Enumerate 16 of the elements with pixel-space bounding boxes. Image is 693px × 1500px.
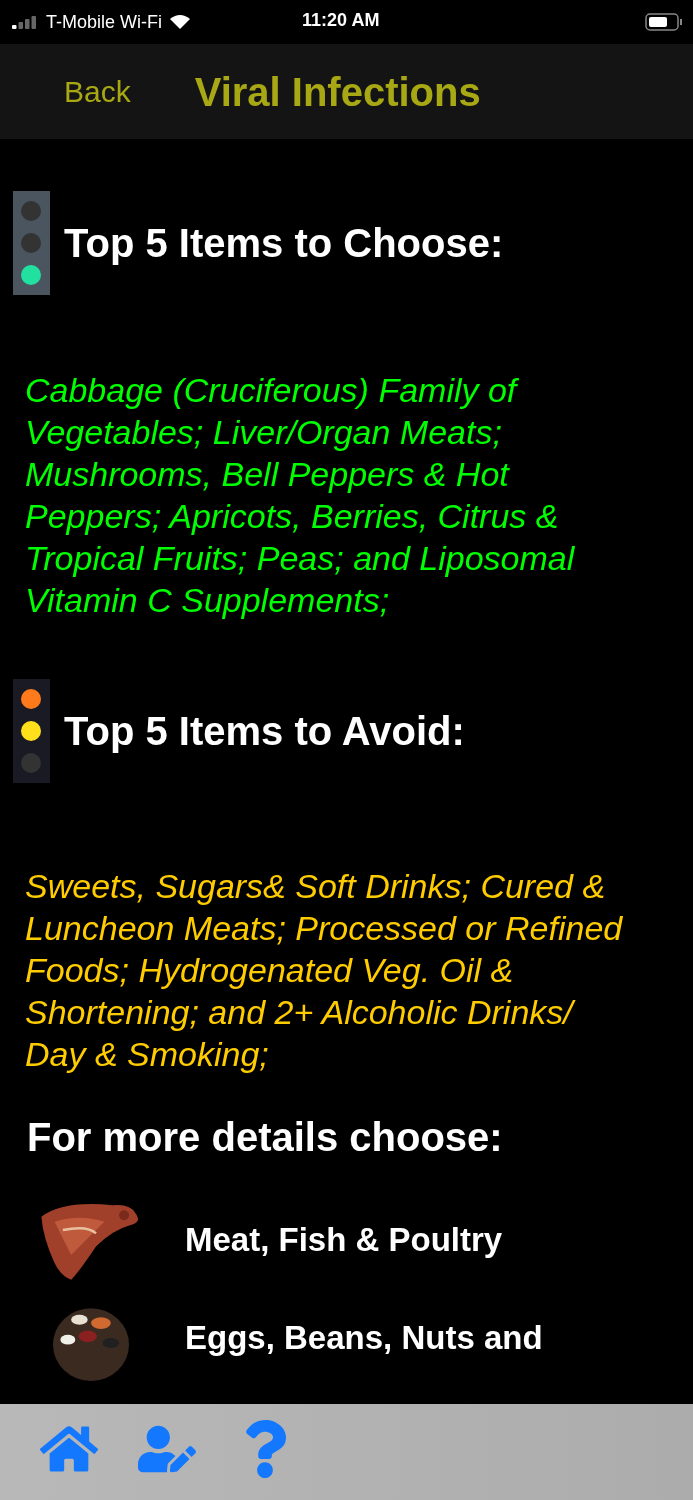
traffic-light-icon [13, 191, 50, 295]
details-heading: For more details choose: [26, 1114, 504, 1161]
back-button[interactable]: Back [64, 69, 131, 114]
page-title: Viral Infections [194, 68, 481, 116]
section-heading: Top 5 Items to Avoid: [64, 708, 465, 755]
wifi-icon [170, 15, 190, 29]
carrier-text: T-Mobile Wi-Fi [46, 10, 162, 34]
category-item[interactable]: Eggs, Beans, Nuts and [13, 1295, 680, 1381]
section-heading: Top 5 Items to Choose: [64, 220, 504, 267]
battery-icon [645, 13, 683, 31]
traffic-light-icon [13, 679, 50, 783]
section-text: Cabbage (Cruciferous) Family of Vegetables; Liver/Organ Meats; Mushrooms, Bell Peppers & Hot Peppers; Apricots, Berries, Citrus & Tropical Fruits; Peas; and Liposomal Vitamin C Supplements; [24, 370, 576, 621]
clock-text: 11:20 AM [302, 9, 380, 32]
category-item[interactable]: Meat, Fish & Poultry [13, 1197, 680, 1283]
signal-icon [12, 15, 38, 29]
section-text: Sweets, Sugars& Soft Drinks; Cured & Luncheon Meats; Processed or Refined Foods; Hydrogenated Veg. Oil & Shortening; and 2+ Alcoholic Drinks/ Day & Smoking; [24, 866, 624, 1075]
